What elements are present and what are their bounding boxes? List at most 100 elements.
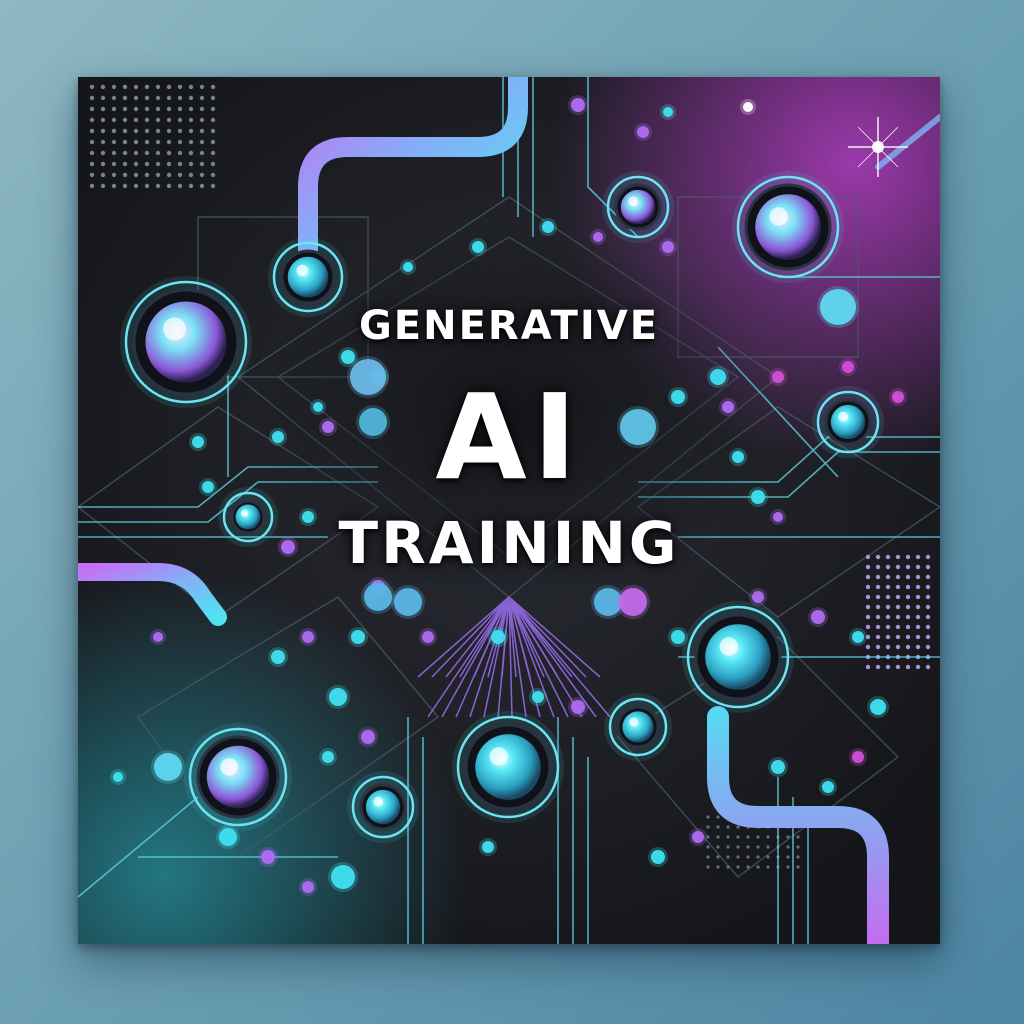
grid-dot	[885, 634, 891, 640]
grid-dot	[210, 106, 216, 112]
circuit-dot	[394, 588, 422, 616]
grid-dot	[756, 865, 760, 869]
grid-dot	[199, 139, 205, 145]
circuit-dot	[771, 760, 785, 774]
grid-dot	[925, 624, 931, 630]
circuit-dot	[341, 350, 355, 364]
grid-dot	[177, 84, 183, 90]
grid-dot	[716, 835, 720, 839]
grid-dot	[155, 183, 161, 189]
grid-dot	[199, 117, 205, 123]
circuit-dot	[329, 688, 347, 706]
grid-dot	[766, 855, 770, 859]
grid-dot	[915, 594, 921, 600]
grid-dot	[915, 634, 921, 640]
grid-dot	[177, 128, 183, 134]
grid-dot	[726, 845, 730, 849]
grid-dot	[111, 183, 117, 189]
grid-dot	[122, 172, 128, 178]
grid-dot	[144, 161, 150, 167]
grid-dot	[199, 84, 205, 90]
circuit-dot	[351, 630, 365, 644]
grid-dot	[177, 172, 183, 178]
grid-dot	[716, 865, 720, 869]
grid-dot	[166, 183, 172, 189]
grid-dot	[895, 624, 901, 630]
grid-dot	[122, 106, 128, 112]
grid-dot	[133, 117, 139, 123]
grid-dot	[166, 117, 172, 123]
grid-dot	[915, 624, 921, 630]
grid-dot	[865, 604, 871, 610]
circuit-dot	[364, 583, 392, 611]
grid-dot	[199, 128, 205, 134]
grid-dot	[716, 845, 720, 849]
circuit-dot	[322, 751, 334, 763]
grid-dot	[144, 117, 150, 123]
grid-dot	[100, 95, 106, 101]
grid-dot	[905, 664, 911, 670]
grid-dot	[89, 150, 95, 156]
grid-dot	[188, 84, 194, 90]
circuit-dot	[532, 691, 544, 703]
grid-dot	[89, 139, 95, 145]
circuit-dot	[271, 650, 285, 664]
grid-dot	[706, 855, 710, 859]
grid-dot	[726, 865, 730, 869]
grid-dot	[736, 825, 740, 829]
grid-dot	[786, 845, 790, 849]
circuit-dot	[637, 126, 649, 138]
grid-dot	[122, 95, 128, 101]
grid-dot	[155, 150, 161, 156]
node-icon	[287, 256, 329, 298]
circuit-dot	[811, 610, 825, 624]
grid-dot	[796, 865, 800, 869]
grid-dot	[155, 139, 161, 145]
grid-dot	[736, 845, 740, 849]
grid-dot	[706, 815, 710, 819]
grid-dot	[100, 117, 106, 123]
grid-dot	[122, 139, 128, 145]
grid-dot	[133, 161, 139, 167]
grid-dot	[111, 117, 117, 123]
grid-dot	[133, 106, 139, 112]
grid-dot	[925, 584, 931, 590]
grid-dot	[100, 183, 106, 189]
grid-dot	[100, 161, 106, 167]
grid-dot	[905, 604, 911, 610]
grid-dot	[875, 644, 881, 650]
grid-dot	[905, 644, 911, 650]
grid-dot	[865, 664, 871, 670]
grid-dot	[188, 161, 194, 167]
grid-dot	[766, 845, 770, 849]
headline-line-2: AI	[435, 368, 583, 506]
grid-dot	[155, 161, 161, 167]
grid-dot	[756, 855, 760, 859]
grid-dot	[865, 614, 871, 620]
grid-dot	[766, 835, 770, 839]
circuit-dot	[671, 630, 685, 644]
circuit-dot	[422, 631, 434, 643]
grid-dot	[210, 172, 216, 178]
grid-dot	[144, 172, 150, 178]
headline-line-1: GENERATIVE	[358, 303, 660, 349]
grid-dot	[111, 150, 117, 156]
grid-dot	[915, 614, 921, 620]
grid-dot	[925, 634, 931, 640]
grid-dot	[111, 172, 117, 178]
grid-dot	[111, 106, 117, 112]
grid-dot	[925, 664, 931, 670]
grid-dot	[133, 128, 139, 134]
grid-dot	[716, 815, 720, 819]
grid-dot	[766, 865, 770, 869]
grid-dot	[905, 624, 911, 630]
grid-dot	[756, 845, 760, 849]
node-highlight	[769, 207, 788, 226]
image-stage: GENERATIVE AI TRAINING	[0, 0, 1024, 1024]
grid-dot	[875, 584, 881, 590]
grid-dot	[895, 584, 901, 590]
grid-dot	[122, 161, 128, 167]
grid-dot	[885, 664, 891, 670]
grid-dot	[865, 624, 871, 630]
grid-dot	[122, 117, 128, 123]
